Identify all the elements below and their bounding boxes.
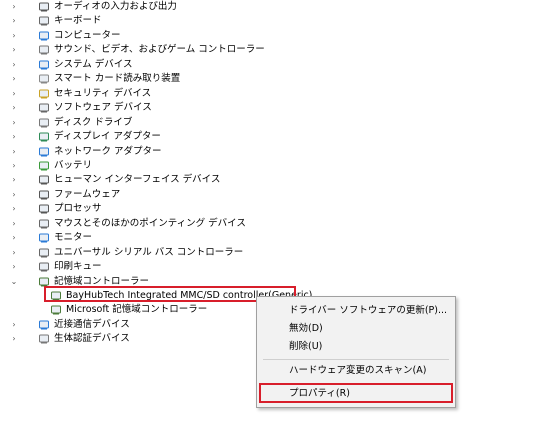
network-adapter-icon bbox=[38, 146, 50, 158]
chevron-right-icon[interactable]: › bbox=[9, 159, 19, 173]
menu-item-uninstall[interactable]: 削除(U) bbox=[289, 339, 322, 355]
tree-item-label: ネットワーク アダプター bbox=[54, 145, 162, 157]
chevron-right-icon[interactable]: › bbox=[9, 188, 19, 202]
tree-item-label: プロセッサ bbox=[54, 203, 102, 215]
storage-controller-icon bbox=[50, 304, 62, 316]
tree-item-label: オーディオの入力および出力 bbox=[54, 1, 177, 12]
display-adapter-icon bbox=[38, 131, 50, 143]
mouse-icon bbox=[38, 218, 50, 230]
disk-drive-icon bbox=[38, 117, 50, 129]
tree-item-label: サウンド、ビデオ、およびゲーム コントローラー bbox=[54, 44, 265, 56]
chevron-right-icon[interactable]: › bbox=[9, 29, 19, 43]
tree-item-label: 近接通信デバイス bbox=[54, 318, 130, 330]
tree-item-label: モニター bbox=[54, 232, 93, 244]
tree-item-label: ファームウェア bbox=[54, 188, 121, 200]
chevron-right-icon[interactable]: › bbox=[9, 217, 19, 231]
tree-item-label: コンピューター bbox=[54, 29, 121, 41]
keyboard-icon bbox=[38, 15, 50, 27]
system-device-icon bbox=[38, 59, 50, 71]
software-device-icon bbox=[38, 102, 50, 114]
sound-icon bbox=[38, 44, 50, 56]
tree-item-label: システム デバイス bbox=[54, 58, 133, 70]
tree-category-item[interactable]: › ユニバーサル シリアル バス コントローラー bbox=[0, 246, 550, 260]
chevron-right-icon[interactable]: › bbox=[9, 72, 19, 86]
tree-category-item[interactable]: › コンピューター bbox=[0, 29, 550, 43]
chevron-right-icon[interactable]: › bbox=[9, 260, 19, 274]
biometric-icon bbox=[38, 333, 50, 345]
chevron-right-icon[interactable]: › bbox=[9, 231, 19, 245]
tree-category-item[interactable]: › キーボード bbox=[0, 14, 550, 28]
tree-item-label: バッテリ bbox=[54, 159, 93, 171]
chevron-right-icon[interactable]: › bbox=[9, 202, 19, 216]
tree-item-label: ヒューマン インターフェイス デバイス bbox=[54, 174, 221, 186]
battery-icon bbox=[38, 160, 50, 172]
usb-icon bbox=[38, 247, 50, 259]
context-menu: ドライバー ソフトウェアの更新(P)... 無効(D) 削除(U) ハードウェア… bbox=[256, 296, 456, 408]
tree-item-label: キーボード bbox=[54, 15, 102, 27]
chevron-right-icon[interactable]: › bbox=[9, 130, 19, 144]
chevron-right-icon[interactable]: › bbox=[9, 145, 19, 159]
chevron-right-icon[interactable]: › bbox=[9, 318, 19, 332]
tree-category-item[interactable]: › マウスとそのほかのポインティング デバイス bbox=[0, 217, 550, 231]
tree-item-label: ソフトウェア デバイス bbox=[54, 102, 152, 114]
security-icon bbox=[38, 88, 50, 100]
tree-category-item[interactable]: › プロセッサ bbox=[0, 202, 550, 216]
tree-item-label: ディスプレイ アダプター bbox=[54, 131, 161, 143]
chevron-right-icon[interactable]: › bbox=[9, 43, 19, 57]
tree-item-label: 生体認証デバイス bbox=[54, 333, 130, 345]
computer-icon bbox=[38, 30, 50, 42]
menu-item-scan-hardware[interactable]: ハードウェア変更のスキャン(A) bbox=[289, 363, 426, 379]
tree-category-item[interactable]: › システム デバイス bbox=[0, 58, 550, 72]
proximity-icon bbox=[38, 319, 50, 331]
tree-category-item[interactable]: › バッテリ bbox=[0, 159, 550, 173]
tree-item-label: Microsoft 記憶域コントローラー bbox=[66, 304, 208, 316]
monitor-icon bbox=[38, 232, 50, 244]
tree-item-label: スマート カード読み取り装置 bbox=[54, 73, 181, 85]
processor-icon bbox=[38, 203, 50, 215]
tree-category-item[interactable]: › 印刷キュー bbox=[0, 260, 550, 274]
smart-card-icon bbox=[38, 73, 50, 85]
properties-highlight bbox=[259, 383, 453, 403]
tree-category-item[interactable]: › ファームウェア bbox=[0, 188, 550, 202]
tree-category-item[interactable]: › ネットワーク アダプター bbox=[0, 145, 550, 159]
chevron-right-icon[interactable]: › bbox=[9, 87, 19, 101]
tree-category-item[interactable]: › ヒューマン インターフェイス デバイス bbox=[0, 173, 550, 187]
chevron-right-icon[interactable]: › bbox=[9, 246, 19, 260]
menu-item-disable[interactable]: 無効(D) bbox=[289, 321, 323, 337]
tree-item-label: ユニバーサル シリアル バス コントローラー bbox=[54, 246, 244, 258]
tree-category-item[interactable]: › セキュリティ デバイス bbox=[0, 87, 550, 101]
chevron-right-icon[interactable]: › bbox=[9, 173, 19, 187]
speaker-icon bbox=[38, 1, 50, 13]
chevron-right-icon[interactable]: › bbox=[9, 101, 19, 115]
tree-category-item[interactable]: › ディスプレイ アダプター bbox=[0, 130, 550, 144]
tree-category-item[interactable]: › モニター bbox=[0, 231, 550, 245]
firmware-icon bbox=[38, 189, 50, 201]
chevron-right-icon[interactable]: › bbox=[9, 14, 19, 28]
tree-category-item[interactable]: › ソフトウェア デバイス bbox=[0, 101, 550, 115]
menu-item-update-driver[interactable]: ドライバー ソフトウェアの更新(P)... bbox=[289, 303, 447, 319]
tree-category-item[interactable]: › スマート カード読み取り装置 bbox=[0, 72, 550, 86]
tree-item-label: セキュリティ デバイス bbox=[54, 87, 152, 99]
tree-item-label: 印刷キュー bbox=[54, 261, 102, 273]
chevron-right-icon[interactable]: › bbox=[9, 58, 19, 72]
menu-separator bbox=[263, 359, 449, 360]
tree-item-label: ディスク ドライブ bbox=[54, 116, 133, 128]
tree-category-item[interactable]: › ディスク ドライブ bbox=[0, 116, 550, 130]
tree-category-item[interactable]: › オーディオの入力および出力 bbox=[0, 0, 550, 14]
printer-icon bbox=[38, 261, 50, 273]
tree-item-label: マウスとそのほかのポインティング デバイス bbox=[54, 217, 246, 229]
hid-icon bbox=[38, 174, 50, 186]
chevron-right-icon[interactable]: › bbox=[9, 0, 19, 14]
tree-category-item[interactable]: › サウンド、ビデオ、およびゲーム コントローラー bbox=[0, 43, 550, 57]
chevron-right-icon[interactable]: › bbox=[9, 332, 19, 346]
chevron-down-icon[interactable]: ⌄ bbox=[9, 275, 19, 289]
chevron-right-icon[interactable]: › bbox=[9, 116, 19, 130]
